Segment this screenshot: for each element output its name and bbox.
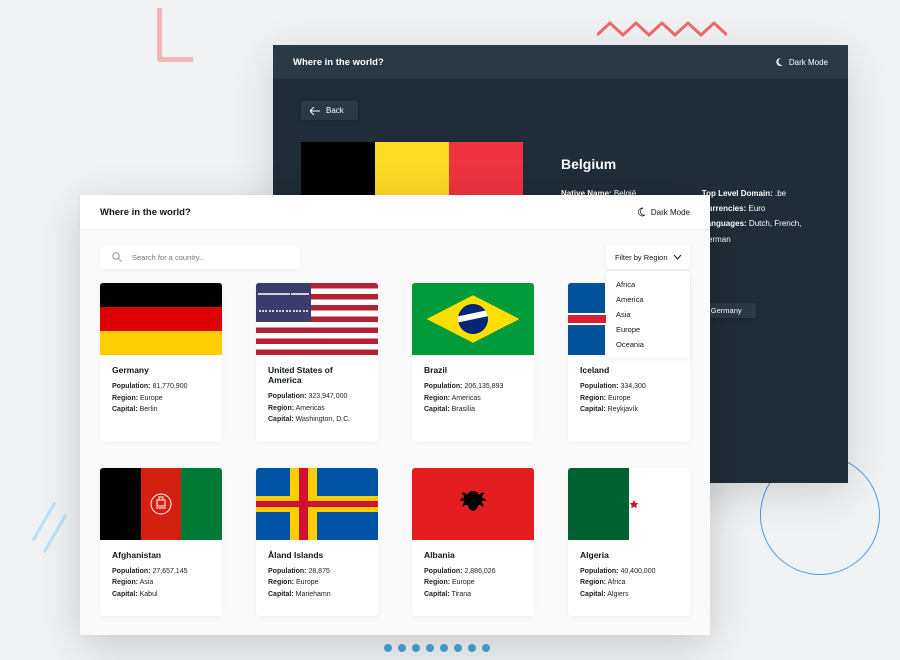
- capital-line: Capital: Mariehamn: [268, 589, 366, 601]
- header-bar: Where in the world? Dark Mode: [273, 45, 848, 79]
- country-card[interactable]: Afghanistan Population: 27,657,145Region:…: [100, 468, 222, 617]
- region-line: Region: Europe: [268, 577, 366, 589]
- population-line: Population: 27,657,145: [112, 566, 210, 578]
- region-line: Region: Americas: [268, 403, 366, 415]
- capital-line: Capital: Reykjavík: [580, 404, 678, 416]
- capital-line: Capital: Washington, D.C.: [268, 414, 366, 426]
- capital-line: Capital: Berlin: [112, 404, 210, 416]
- flag-brazil: [412, 283, 534, 355]
- region-line: Region: Africa: [580, 577, 678, 589]
- flag-algeria: [568, 468, 690, 540]
- country-name: Germany: [112, 365, 210, 375]
- dark-mode-toggle[interactable]: Dark Mode: [774, 57, 828, 67]
- app-title: Where in the world?: [100, 207, 191, 218]
- country-card[interactable]: United States of America Population: 323,…: [256, 283, 378, 442]
- country-name: Afghanistan: [112, 550, 210, 560]
- dark-mode-label: Dark Mode: [651, 208, 690, 217]
- back-button[interactable]: Back: [301, 101, 358, 120]
- country-card[interactable]: Germany Population: 81,770,900Region: Eur…: [100, 283, 222, 442]
- region-option[interactable]: Africa: [606, 277, 690, 292]
- country-name: Belgium: [561, 156, 820, 172]
- moon-icon: [774, 57, 784, 67]
- decoration-l: [157, 8, 193, 62]
- population-line: Population: 334,300: [580, 381, 678, 393]
- country-card[interactable]: Albania Population: 2,886,026Region: Euro…: [412, 468, 534, 617]
- region-line: Region: Europe: [580, 393, 678, 405]
- country-card[interactable]: Åland Islands Population: 28,875Region: E…: [256, 468, 378, 617]
- search-input[interactable]: [132, 253, 288, 262]
- header-bar: Where in the world? Dark Mode: [80, 195, 710, 229]
- light-mode-list-window: Where in the world? Dark Mode Filter by …: [80, 195, 710, 635]
- region-filter-dropdown[interactable]: Filter by Region: [606, 245, 690, 269]
- country-card[interactable]: Brazil Population: 206,135,893Region: Ame…: [412, 283, 534, 442]
- population-line: Population: 206,135,893: [424, 381, 522, 393]
- region-option[interactable]: America: [606, 292, 690, 307]
- region-line: Region: Europe: [424, 577, 522, 589]
- flag-albania: [412, 468, 534, 540]
- region-option[interactable]: Oceania: [606, 337, 690, 352]
- region-line: Region: Americas: [424, 393, 522, 405]
- capital-line: Capital: Kabul: [112, 589, 210, 601]
- filter-label: Filter by Region: [615, 253, 668, 262]
- flag-usa: [256, 283, 378, 355]
- chevron-down-icon: [674, 255, 681, 260]
- country-name: Albania: [424, 550, 522, 560]
- population-line: Population: 323,947,000: [268, 391, 366, 403]
- region-filter-menu: Africa America Asia Europe Oceania: [606, 271, 690, 358]
- population-line: Population: 40,400,000: [580, 566, 678, 578]
- population-line: Population: 28,875: [268, 566, 366, 578]
- capital-line: Capital: Algiers: [580, 589, 678, 601]
- flag-afghan: [100, 468, 222, 540]
- country-name: United States of America: [268, 365, 366, 385]
- dark-mode-toggle[interactable]: Dark Mode: [636, 207, 690, 217]
- country-name: Algeria: [580, 550, 678, 560]
- capital-line: Capital: Tirana: [424, 589, 522, 601]
- search-box[interactable]: [100, 245, 300, 269]
- back-label: Back: [326, 106, 344, 115]
- region-line: Region: Europe: [112, 393, 210, 405]
- country-name: Åland Islands: [268, 550, 366, 560]
- region-line: Region: Asia: [112, 577, 210, 589]
- moon-icon: [636, 207, 646, 217]
- flag-germany: [100, 283, 222, 355]
- search-icon: [112, 252, 122, 262]
- country-name: Iceland: [580, 365, 678, 375]
- country-name: Brazil: [424, 365, 522, 375]
- app-title: Where in the world?: [293, 57, 384, 68]
- region-option[interactable]: Europe: [606, 322, 690, 337]
- detail-col-right: Top Level Domain: .be Currencies: Euro L…: [702, 186, 820, 277]
- region-option[interactable]: Asia: [606, 307, 690, 322]
- flag-aland: [256, 468, 378, 540]
- population-line: Population: 81,770,900: [112, 381, 210, 393]
- capital-line: Capital: Brasília: [424, 404, 522, 416]
- dark-mode-label: Dark Mode: [789, 58, 828, 67]
- decoration-zigzag: [597, 19, 727, 41]
- population-line: Population: 2,886,026: [424, 566, 522, 578]
- arrow-left-icon: [310, 107, 320, 115]
- country-card[interactable]: Algeria Population: 40,400,000Region: Afr…: [568, 468, 690, 617]
